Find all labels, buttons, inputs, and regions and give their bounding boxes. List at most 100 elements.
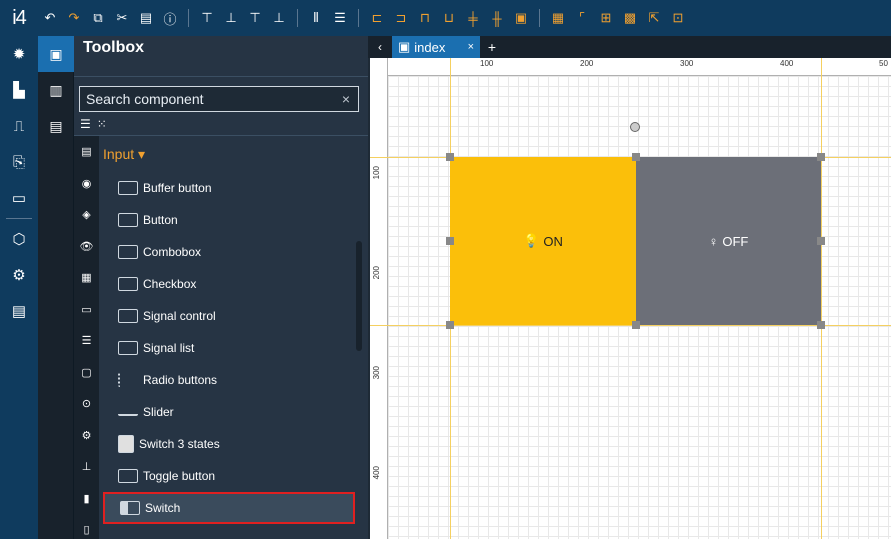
left-rail: ✹ ▙ ⎍ ⎘ ▭ ⬡ ⚙ ▤ xyxy=(0,36,38,539)
toolbox-panel: Toolbox Search component × ☰ ⁙ ▤ ◉ ◈ 👁 ▦… xyxy=(74,36,368,539)
list-item-label: Signal list xyxy=(143,341,195,355)
ruler-top-label: 100 xyxy=(480,59,494,68)
page-icon: ▣ xyxy=(398,39,411,54)
group-input[interactable]: Input ▾ xyxy=(103,146,145,163)
align-bottom-2-icon[interactable]: ⊥ xyxy=(268,7,290,29)
pages-icon[interactable]: ▤ xyxy=(38,108,74,144)
resize-handle[interactable] xyxy=(817,237,825,245)
list-item-buffer-button[interactable]: Buffer button xyxy=(103,172,355,204)
undo-icon[interactable]: ↶ xyxy=(39,7,61,29)
list-item-label: Combobox xyxy=(143,245,202,259)
list-item-button[interactable]: Button xyxy=(103,204,355,236)
trend-icon[interactable]: ⎘ xyxy=(0,144,38,180)
align-top-2-icon[interactable]: ⊤ xyxy=(244,7,266,29)
signal-settings-icon[interactable]: ⚙ xyxy=(0,257,38,293)
archive-icon[interactable]: ▤ xyxy=(0,293,38,329)
package-icon[interactable]: ⬡ xyxy=(0,221,38,257)
paste-icon[interactable]: ▤ xyxy=(135,7,157,29)
battery-category-icon[interactable]: ▮ xyxy=(74,483,99,515)
list-item-toggle-button[interactable]: Toggle button xyxy=(103,460,355,492)
radio-buttons-icon xyxy=(118,373,138,387)
pointer-icon[interactable]: ⇱ xyxy=(643,7,665,29)
redo-icon[interactable]: ↷ xyxy=(63,7,85,29)
distribute-h-icon[interactable]: ⦀ xyxy=(305,7,327,29)
media-category-icon[interactable]: ⊙ xyxy=(74,388,99,420)
gears-category-icon[interactable]: ⚙ xyxy=(74,420,99,452)
grid-color-icon[interactable]: ▩ xyxy=(619,7,641,29)
resize-handle[interactable] xyxy=(632,153,640,161)
resize-handle[interactable] xyxy=(632,321,640,329)
device-icon[interactable]: ⎍ xyxy=(0,108,38,144)
align-top-3-icon[interactable]: ⊓ xyxy=(414,7,436,29)
resize-handle[interactable] xyxy=(817,153,825,161)
fit-icon[interactable]: ⊡ xyxy=(667,7,689,29)
center-h-icon[interactable]: ╪ xyxy=(462,7,484,29)
list-item-slider[interactable]: Slider xyxy=(103,396,355,428)
list-item-signal-list[interactable]: Signal list xyxy=(103,332,355,364)
eye-category-icon[interactable]: 👁 xyxy=(74,231,99,263)
display-category-icon[interactable]: ▭ xyxy=(74,294,99,326)
window-category-icon[interactable]: ▢ xyxy=(74,357,99,389)
ruler-top-label: 300 xyxy=(680,59,694,68)
switch-on-state[interactable]: 💡 ON xyxy=(450,157,636,325)
design-canvas[interactable]: 100 200 300 400 50 100 200 300 400 💡 ON … xyxy=(370,58,891,539)
monitor-icon[interactable]: ▭ xyxy=(0,180,38,216)
align-bottom-icon[interactable]: ⊥ xyxy=(220,7,242,29)
lock-category-icon[interactable]: ◉ xyxy=(74,168,99,200)
cut-icon[interactable]: ✂ xyxy=(111,7,133,29)
group-icon[interactable]: ▣ xyxy=(510,7,532,29)
close-icon[interactable]: × xyxy=(468,41,474,53)
resize-handle[interactable] xyxy=(446,237,454,245)
panel-category-icon[interactable]: ▯ xyxy=(74,514,99,539)
view-toggles: ☰ ⁙ xyxy=(80,117,107,131)
tab-back-icon[interactable]: ‹ xyxy=(368,36,392,58)
align-left-icon[interactable]: ⊏ xyxy=(366,7,388,29)
rotate-handle[interactable] xyxy=(630,122,640,132)
clear-icon[interactable]: × xyxy=(342,91,350,107)
center-v-icon[interactable]: ╫ xyxy=(486,7,508,29)
list-item-label: Switch 3 states xyxy=(139,437,220,451)
input-category-icon[interactable]: ▤ xyxy=(74,136,99,168)
list-category-icon[interactable]: ☰ xyxy=(74,325,99,357)
distribute-v-icon[interactable]: ☰ xyxy=(329,7,351,29)
toolbar-divider xyxy=(188,9,189,27)
snap-icon[interactable]: ⌜ xyxy=(571,7,593,29)
list-item-switch[interactable]: Switch xyxy=(103,492,355,524)
grid-toggle-icon[interactable]: ⊞ xyxy=(595,7,617,29)
resize-handle[interactable] xyxy=(446,153,454,161)
valve-category-icon[interactable]: ⊥ xyxy=(74,451,99,483)
chart-icon[interactable]: ▙ xyxy=(0,72,38,108)
list-view-icon[interactable]: ☰ xyxy=(80,117,91,131)
add-tab-button[interactable]: + xyxy=(480,36,504,58)
scrollbar[interactable] xyxy=(356,241,362,351)
switch-off-state[interactable]: ♀ OFF xyxy=(636,157,821,325)
list-item-checkbox[interactable]: Checkbox xyxy=(103,268,355,300)
component-list: Buffer button Button Combobox Checkbox S… xyxy=(103,172,355,524)
list-item-radio-buttons[interactable]: Radio buttons xyxy=(103,364,355,396)
grid-icon[interactable]: ▦ xyxy=(547,7,569,29)
settings-icon[interactable]: ✹ xyxy=(0,36,38,72)
ruler-left-label: 400 xyxy=(372,466,381,480)
copy-icon[interactable]: ⧉ xyxy=(87,7,109,29)
resize-handle[interactable] xyxy=(817,321,825,329)
align-right-icon[interactable]: ⊐ xyxy=(390,7,412,29)
toolbar-divider xyxy=(358,9,359,27)
combobox-icon xyxy=(118,245,138,259)
script-category-icon[interactable]: ◈ xyxy=(74,199,99,231)
align-bottom-3-icon[interactable]: ⊔ xyxy=(438,7,460,29)
library-category-icon[interactable]: ▦ xyxy=(74,262,99,294)
list-item-switch-3-states[interactable]: Switch 3 states xyxy=(103,428,355,460)
grid-view-icon[interactable]: ⁙ xyxy=(97,117,107,131)
toolbar-divider xyxy=(297,9,298,27)
list-item-combobox[interactable]: Combobox xyxy=(103,236,355,268)
info-icon[interactable]: ⓘ xyxy=(159,7,181,29)
list-item-signal-control[interactable]: Signal control xyxy=(103,300,355,332)
components-icon[interactable]: ▥ xyxy=(38,72,74,108)
resize-handle[interactable] xyxy=(446,321,454,329)
tab-index[interactable]: ▣ index × xyxy=(392,36,480,58)
toolbox-icon[interactable]: ▣ xyxy=(38,36,74,72)
divider xyxy=(74,135,368,136)
search-input[interactable]: Search component × xyxy=(79,86,359,112)
align-top-icon[interactable]: ⊤ xyxy=(196,7,218,29)
app-logo: i4 xyxy=(12,6,27,29)
